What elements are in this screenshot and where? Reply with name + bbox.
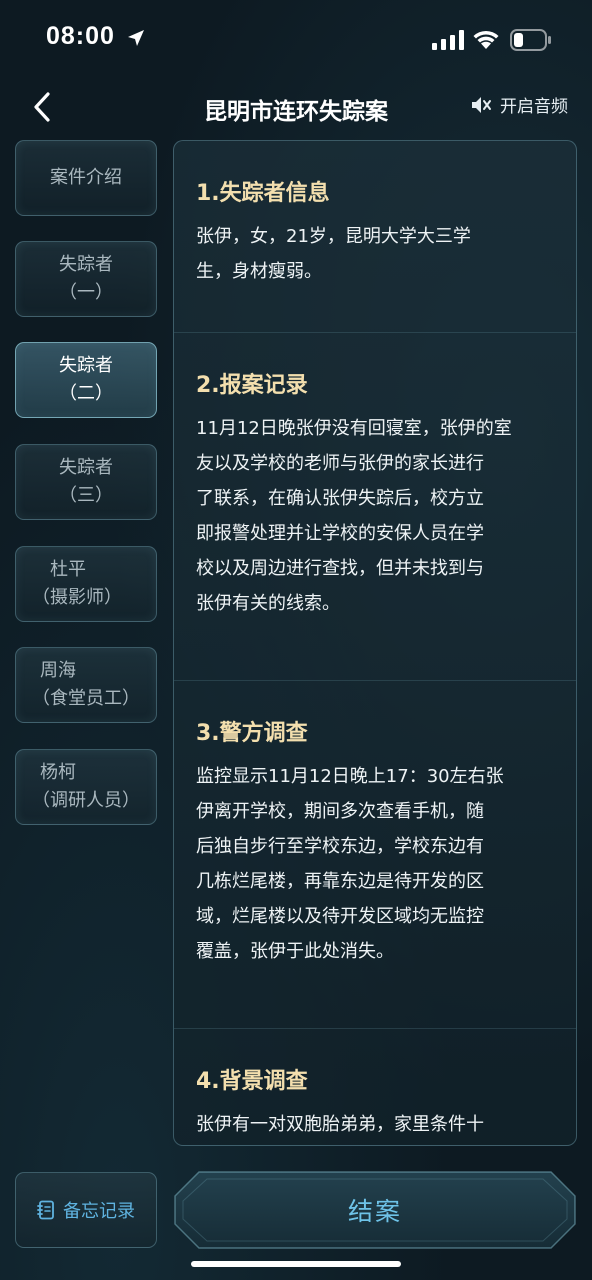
section-body: 张伊有一对双胞胎弟弟，家里条件十 (196, 1107, 554, 1142)
sidebar-item-label: 杜平 (50, 559, 86, 580)
speaker-muted-icon (472, 96, 491, 113)
section-heading: 2.报案记录 (196, 373, 308, 398)
sidebar-item-missing-person-1[interactable]: 失踪者 （一） (15, 241, 157, 317)
text-line: 后独自步行至学校东边，学校东边有 (196, 836, 484, 857)
sidebar-item-label: 失踪者 (59, 457, 113, 478)
sidebar-item-label: 失踪者 (59, 355, 113, 376)
sidebar-item-label: 失踪者 (59, 254, 113, 275)
section-police-investigation: 3.警方调查 监控显示11月12日晚上17：30左右张 伊离开学校，期间多次查看… (174, 681, 576, 1029)
sidebar-item-du-ping[interactable]: 杜平 （摄影师） (15, 546, 157, 622)
section-heading: 1.失踪者信息 (196, 181, 330, 206)
memo-button-label: 备忘记录 (63, 1201, 135, 1222)
sidebar-item-sublabel: （二） (59, 383, 113, 404)
text-line: 覆盖，张伊于此处消失。 (196, 941, 394, 962)
memo-button[interactable]: 备忘记录 (15, 1172, 157, 1248)
section-heading: 3.警方调查 (196, 721, 308, 746)
sidebar-item-missing-person-3[interactable]: 失踪者 （三） (15, 444, 157, 520)
location-arrow-icon (128, 30, 144, 46)
sidebar-item-sublabel: （三） (59, 485, 113, 506)
sidebar-item-label: 案件介绍 (50, 167, 122, 188)
section-background-investigation: 4.背景调查 张伊有一对双胞胎弟弟，家里条件十 (174, 1029, 576, 1142)
sidebar-item-sublabel: （调研人员） (32, 790, 140, 811)
close-case-label: 结案 (347, 1197, 402, 1226)
section-missing-person-info: 1.失踪者信息 张伊，女，21岁，昆明大学大三学 生，身材瘦弱。 (174, 141, 576, 333)
section-body: 监控显示11月12日晚上17：30左右张 伊离开学校，期间多次查看手机，随 后独… (196, 759, 554, 969)
battery-icon (510, 29, 551, 51)
audio-toggle-button[interactable]: 开启音频 (470, 92, 568, 117)
memo-icon (37, 1200, 54, 1220)
text-line: 校以及周边进行查找，但并未找到与 (196, 558, 484, 579)
text-line: 生，身材瘦弱。 (196, 261, 322, 282)
sidebar-item-sublabel: （摄影师） (32, 587, 122, 608)
sidebar-item-missing-person-2[interactable]: 失踪者 （二） (15, 342, 157, 418)
text-line: 友以及学校的老师与张伊的家长进行 (196, 453, 484, 474)
text-line: 11月12日晚张伊没有回寝室，张伊的室 (196, 418, 512, 439)
text-line: 域，烂尾楼以及待开发区域均无监控 (196, 906, 484, 927)
text-line: 几栋烂尾楼，再靠东边是待开发的区 (196, 871, 484, 892)
nav-bar: 昆明市连环失踪案 开启音频 (0, 80, 592, 134)
text-line: 了联系，在确认张伊失踪后，校方立 (196, 488, 484, 509)
text-line: 伊离开学校，期间多次查看手机，随 (196, 801, 484, 822)
sidebar-item-sublabel: （一） (59, 282, 113, 303)
text-line: 张伊有关的线索。 (196, 593, 340, 614)
sidebar-item-sublabel: （食堂员工） (32, 688, 140, 709)
home-indicator (191, 1261, 401, 1267)
status-bar: 08:00 (0, 0, 592, 80)
sidebar-item-zhou-hai[interactable]: 周海 （食堂员工） (15, 647, 157, 723)
status-time: 08:00 (46, 22, 115, 50)
section-body: 张伊，女，21岁，昆明大学大三学 生，身材瘦弱。 (196, 219, 554, 289)
section-heading: 4.背景调查 (196, 1069, 308, 1094)
close-case-button[interactable]: 结案 (173, 1170, 577, 1250)
sidebar-item-yang-ke[interactable]: 杨柯 （调研人员） (15, 749, 157, 825)
sidebar-item-label: 杨柯 (40, 762, 76, 783)
audio-toggle-label: 开启音频 (500, 97, 568, 117)
sidebar-item-case-intro[interactable]: 案件介绍 (15, 140, 157, 216)
text-line: 张伊有一对双胞胎弟弟，家里条件十 (196, 1114, 484, 1135)
text-line: 即报警处理并让学校的安保人员在学 (196, 523, 484, 544)
text-line: 监控显示11月12日晚上17：30左右张 (196, 766, 504, 787)
section-report-record: 2.报案记录 11月12日晚张伊没有回寝室，张伊的室 友以及学校的老师与张伊的家… (174, 333, 576, 681)
section-body: 11月12日晚张伊没有回寝室，张伊的室 友以及学校的老师与张伊的家长进行 了联系… (196, 411, 554, 621)
signal-icon (432, 30, 464, 50)
sidebar-item-label: 周海 (40, 660, 76, 681)
text-line: 张伊，女，21岁，昆明大学大三学 (196, 226, 471, 247)
case-content-panel[interactable]: 1.失踪者信息 张伊，女，21岁，昆明大学大三学 生，身材瘦弱。 2.报案记录 … (173, 140, 577, 1146)
wifi-icon (473, 30, 499, 49)
